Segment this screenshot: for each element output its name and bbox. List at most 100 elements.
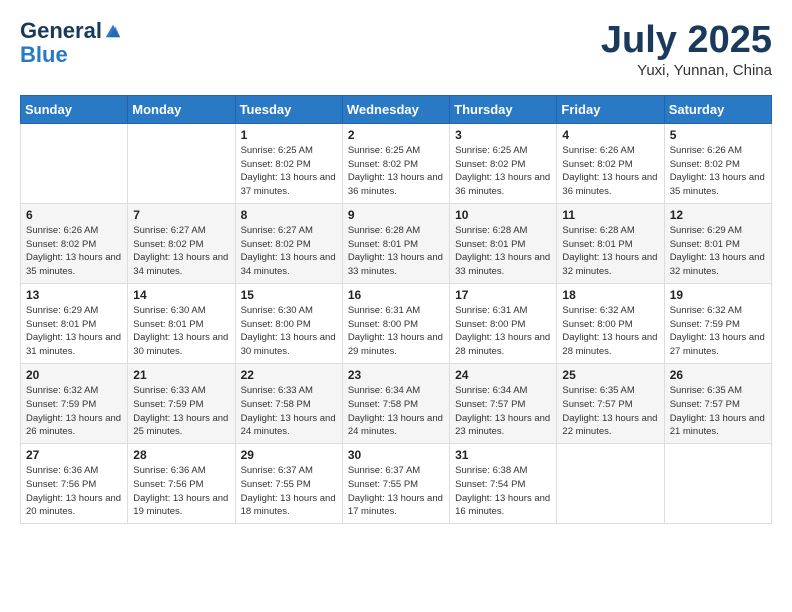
day-number: 14	[133, 288, 229, 302]
calendar-cell: 21Sunrise: 6:33 AM Sunset: 7:59 PM Dayli…	[128, 363, 235, 443]
calendar-cell: 3Sunrise: 6:25 AM Sunset: 8:02 PM Daylig…	[450, 123, 557, 203]
day-info: Sunrise: 6:26 AM Sunset: 8:02 PM Dayligh…	[26, 224, 122, 279]
day-number: 8	[241, 208, 337, 222]
day-info: Sunrise: 6:25 AM Sunset: 8:02 PM Dayligh…	[455, 144, 551, 199]
day-number: 9	[348, 208, 444, 222]
day-info: Sunrise: 6:25 AM Sunset: 8:02 PM Dayligh…	[348, 144, 444, 199]
day-number: 24	[455, 368, 551, 382]
day-number: 22	[241, 368, 337, 382]
calendar-cell: 25 Sunrise: 6:35 AM Sunset: 7:57 PM Dayli…	[557, 363, 664, 443]
month-year-title: July 2025	[601, 20, 772, 62]
day-number: 16	[348, 288, 444, 302]
day-info: Sunrise: 6:28 AM Sunset: 8:01 PM Dayligh…	[562, 224, 658, 279]
page-header: General Blue July 2025 Yuxi, Yunnan, Chi…	[20, 20, 772, 79]
calendar-cell: 16 Sunrise: 6:31 AM Sunset: 8:00 PM Dayli…	[342, 283, 449, 363]
day-info: Sunrise: 6:35 AM Sunset: 7:57 PM Dayligh…	[670, 384, 766, 439]
day-info: Sunrise: 6:32 AM Sunset: 7:59 PM Dayligh…	[670, 304, 766, 359]
day-number: 31	[455, 448, 551, 462]
day-number: 1	[241, 128, 337, 142]
calendar-cell: 22 Sunrise: 6:33 AM Sunset: 7:58 PM Dayli…	[235, 363, 342, 443]
calendar-cell: 11Sunrise: 6:28 AM Sunset: 8:01 PM Dayli…	[557, 203, 664, 283]
calendar-cell: 12 Sunrise: 6:29 AM Sunset: 8:01 PM Dayli…	[664, 203, 771, 283]
calendar-cell: 27 Sunrise: 6:36 AM Sunset: 7:56 PM Dayli…	[21, 444, 128, 524]
day-info: Sunrise: 6:26 AM Sunset: 8:02 PM Dayligh…	[670, 144, 766, 199]
calendar-week-row: 13 Sunrise: 6:29 AM Sunset: 8:01 PM Dayli…	[21, 283, 772, 363]
day-info: Sunrise: 6:35 AM Sunset: 7:57 PM Dayligh…	[562, 384, 658, 439]
day-info: Sunrise: 6:31 AM Sunset: 8:00 PM Dayligh…	[455, 304, 551, 359]
day-number: 2	[348, 128, 444, 142]
calendar-cell: 26 Sunrise: 6:35 AM Sunset: 7:57 PM Dayli…	[664, 363, 771, 443]
day-number: 5	[670, 128, 766, 142]
weekday-header-row: SundayMondayTuesdayWednesdayThursdayFrid…	[21, 95, 772, 123]
day-info: Sunrise: 6:36 AM Sunset: 7:56 PM Dayligh…	[133, 464, 229, 519]
day-number: 12	[670, 208, 766, 222]
day-info: Sunrise: 6:33 AM Sunset: 7:59 PM Dayligh…	[133, 384, 229, 439]
calendar-cell: 9 Sunrise: 6:28 AM Sunset: 8:01 PM Daylig…	[342, 203, 449, 283]
weekday-header-saturday: Saturday	[664, 95, 771, 123]
day-number: 27	[26, 448, 122, 462]
calendar-cell: 1Sunrise: 6:25 AM Sunset: 8:02 PM Daylig…	[235, 123, 342, 203]
logo-general-text: General	[20, 20, 102, 42]
calendar-cell	[128, 123, 235, 203]
calendar-cell: 17 Sunrise: 6:31 AM Sunset: 8:00 PM Dayli…	[450, 283, 557, 363]
day-number: 18	[562, 288, 658, 302]
day-info: Sunrise: 6:28 AM Sunset: 8:01 PM Dayligh…	[455, 224, 551, 279]
logo-icon	[104, 22, 122, 40]
calendar-cell: 4Sunrise: 6:26 AM Sunset: 8:02 PM Daylig…	[557, 123, 664, 203]
weekday-header-wednesday: Wednesday	[342, 95, 449, 123]
calendar-cell: 7 Sunrise: 6:27 AM Sunset: 8:02 PM Daylig…	[128, 203, 235, 283]
day-info: Sunrise: 6:33 AM Sunset: 7:58 PM Dayligh…	[241, 384, 337, 439]
calendar-cell: 29Sunrise: 6:37 AM Sunset: 7:55 PM Dayli…	[235, 444, 342, 524]
day-number: 19	[670, 288, 766, 302]
day-info: Sunrise: 6:34 AM Sunset: 7:57 PM Dayligh…	[455, 384, 551, 439]
day-number: 13	[26, 288, 122, 302]
day-number: 29	[241, 448, 337, 462]
day-number: 6	[26, 208, 122, 222]
calendar-cell: 8 Sunrise: 6:27 AM Sunset: 8:02 PM Daylig…	[235, 203, 342, 283]
calendar-table: SundayMondayTuesdayWednesdayThursdayFrid…	[20, 95, 772, 524]
day-info: Sunrise: 6:32 AM Sunset: 8:00 PM Dayligh…	[562, 304, 658, 359]
day-info: Sunrise: 6:32 AM Sunset: 7:59 PM Dayligh…	[26, 384, 122, 439]
title-block: July 2025 Yuxi, Yunnan, China	[601, 20, 772, 79]
calendar-cell: 20Sunrise: 6:32 AM Sunset: 7:59 PM Dayli…	[21, 363, 128, 443]
day-info: Sunrise: 6:31 AM Sunset: 8:00 PM Dayligh…	[348, 304, 444, 359]
location-subtitle: Yuxi, Yunnan, China	[601, 62, 772, 79]
day-number: 17	[455, 288, 551, 302]
weekday-header-sunday: Sunday	[21, 95, 128, 123]
calendar-cell: 24 Sunrise: 6:34 AM Sunset: 7:57 PM Dayli…	[450, 363, 557, 443]
calendar-cell: 5 Sunrise: 6:26 AM Sunset: 8:02 PM Daylig…	[664, 123, 771, 203]
calendar-cell: 30 Sunrise: 6:37 AM Sunset: 7:55 PM Dayli…	[342, 444, 449, 524]
calendar-cell: 18 Sunrise: 6:32 AM Sunset: 8:00 PM Dayli…	[557, 283, 664, 363]
day-number: 7	[133, 208, 229, 222]
day-number: 28	[133, 448, 229, 462]
weekday-header-monday: Monday	[128, 95, 235, 123]
day-info: Sunrise: 6:37 AM Sunset: 7:55 PM Dayligh…	[348, 464, 444, 519]
calendar-cell	[557, 444, 664, 524]
day-info: Sunrise: 6:30 AM Sunset: 8:00 PM Dayligh…	[241, 304, 337, 359]
day-info: Sunrise: 6:29 AM Sunset: 8:01 PM Dayligh…	[670, 224, 766, 279]
calendar-week-row: 1 Sunrise: 6:25 AM Sunset: 8:02 PM Daylig…	[21, 123, 772, 203]
day-info: Sunrise: 6:27 AM Sunset: 8:02 PM Dayligh…	[133, 224, 229, 279]
calendar-week-row: 20Sunrise: 6:32 AM Sunset: 7:59 PM Dayli…	[21, 363, 772, 443]
calendar-cell: 28 Sunrise: 6:36 AM Sunset: 7:56 PM Dayli…	[128, 444, 235, 524]
day-info: Sunrise: 6:38 AM Sunset: 7:54 PM Dayligh…	[455, 464, 551, 519]
day-info: Sunrise: 6:36 AM Sunset: 7:56 PM Dayligh…	[26, 464, 122, 519]
weekday-header-friday: Friday	[557, 95, 664, 123]
day-number: 25	[562, 368, 658, 382]
day-info: Sunrise: 6:26 AM Sunset: 8:02 PM Dayligh…	[562, 144, 658, 199]
calendar-cell: 10 Sunrise: 6:28 AM Sunset: 8:01 PM Dayli…	[450, 203, 557, 283]
calendar-cell	[664, 444, 771, 524]
day-number: 23	[348, 368, 444, 382]
day-info: Sunrise: 6:27 AM Sunset: 8:02 PM Dayligh…	[241, 224, 337, 279]
day-number: 30	[348, 448, 444, 462]
day-info: Sunrise: 6:29 AM Sunset: 8:01 PM Dayligh…	[26, 304, 122, 359]
day-number: 26	[670, 368, 766, 382]
day-info: Sunrise: 6:34 AM Sunset: 7:58 PM Dayligh…	[348, 384, 444, 439]
day-info: Sunrise: 6:30 AM Sunset: 8:01 PM Dayligh…	[133, 304, 229, 359]
logo-blue-text: Blue	[20, 42, 68, 68]
weekday-header-tuesday: Tuesday	[235, 95, 342, 123]
day-number: 10	[455, 208, 551, 222]
weekday-header-thursday: Thursday	[450, 95, 557, 123]
calendar-cell: 19 Sunrise: 6:32 AM Sunset: 7:59 PM Dayli…	[664, 283, 771, 363]
day-info: Sunrise: 6:28 AM Sunset: 8:01 PM Dayligh…	[348, 224, 444, 279]
